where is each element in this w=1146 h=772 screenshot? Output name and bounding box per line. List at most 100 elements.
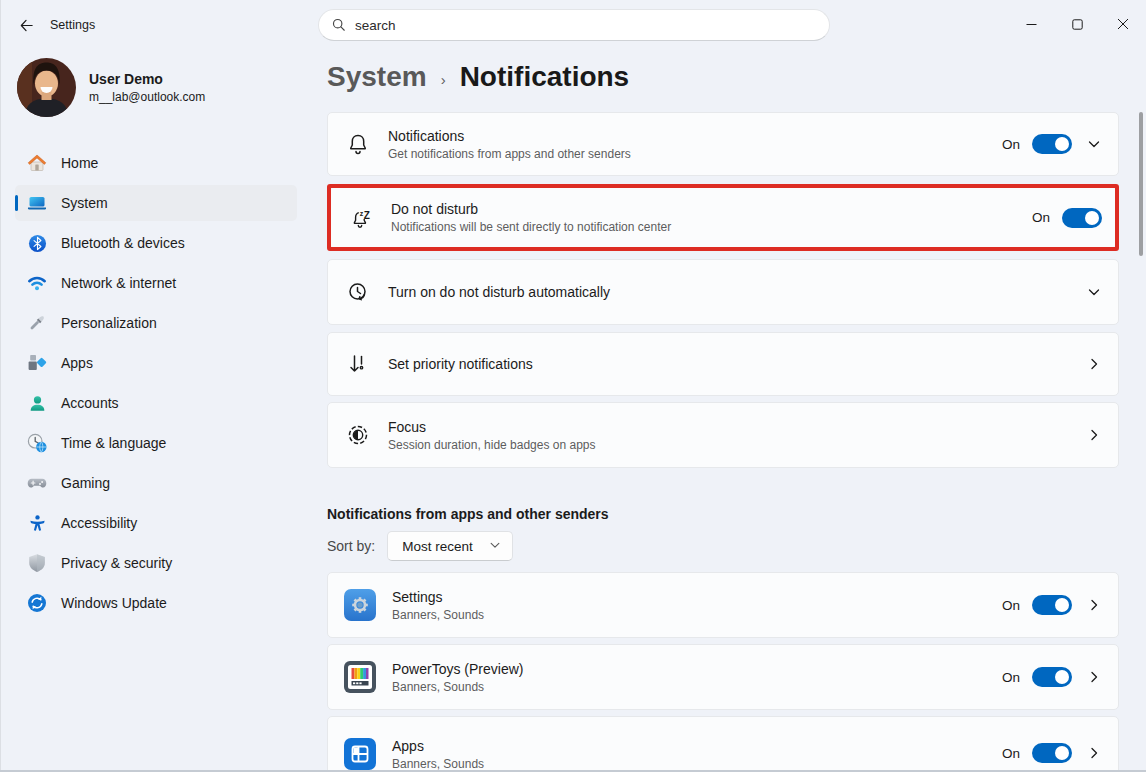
apps-section-title: Notifications from apps and other sender…: [327, 506, 1119, 522]
sidebar-item-time-language[interactable]: Time & language: [15, 425, 297, 461]
time-language-icon: [27, 433, 47, 453]
chevron-right-icon: [1087, 670, 1101, 684]
bluetooth-icon: [27, 233, 47, 253]
sidebar-item-label: Gaming: [61, 475, 110, 491]
sidebar-item-network-internet[interactable]: Network & internet: [15, 265, 297, 301]
app-toggle[interactable]: [1032, 743, 1072, 763]
sort-dropdown[interactable]: Most recent: [387, 531, 513, 561]
sidebar-item-accounts[interactable]: Accounts: [15, 385, 297, 421]
do-not-disturb-card[interactable]: zZ Do not disturb Notifications will be …: [331, 188, 1115, 247]
apps-app-icon: [344, 738, 376, 770]
sidebar: User Demo m__lab@outlook.com Home System B…: [0, 50, 300, 772]
maximize-button[interactable]: [1054, 0, 1100, 48]
app-subtitle: Banners, Sounds: [392, 680, 1002, 694]
toggle-state-label: On: [1002, 598, 1020, 613]
app-toggle[interactable]: [1032, 667, 1072, 687]
page-title: Notifications: [460, 61, 630, 93]
user-profile[interactable]: User Demo m__lab@outlook.com: [17, 58, 205, 117]
sidebar-item-home[interactable]: Home: [15, 145, 297, 181]
sidebar-item-personalization[interactable]: Personalization: [15, 305, 297, 341]
toggle-state-label: On: [1002, 670, 1020, 685]
priority-notifications-card[interactable]: Set priority notifications: [327, 332, 1119, 396]
sidebar-item-bluetooth-devices[interactable]: Bluetooth & devices: [15, 225, 297, 261]
sidebar-item-label: Bluetooth & devices: [61, 235, 185, 251]
chevron-right-icon: [1087, 428, 1101, 442]
search-input[interactable]: [355, 18, 755, 33]
card-title: Set priority notifications: [388, 356, 1072, 372]
settings-app-icon: [344, 589, 376, 621]
windows-update-icon: [27, 593, 47, 613]
back-button[interactable]: [13, 12, 39, 38]
app-name: Settings: [392, 589, 1002, 605]
sidebar-item-label: Apps: [61, 355, 93, 371]
sort-dropdown-value: Most recent: [402, 539, 473, 554]
sidebar-item-label: Home: [61, 155, 98, 171]
priority-icon: [346, 352, 370, 376]
svg-text:Z: Z: [364, 209, 370, 220]
focus-icon: [346, 423, 370, 447]
sidebar-item-label: Time & language: [61, 435, 166, 451]
chevron-down-icon[interactable]: [1087, 137, 1101, 151]
do-not-disturb-toggle[interactable]: [1062, 208, 1102, 228]
app-name: PowerToys (Preview): [392, 661, 1002, 677]
notifications-toggle[interactable]: [1032, 134, 1072, 154]
close-button[interactable]: [1100, 0, 1146, 48]
sidebar-item-privacy-security[interactable]: Privacy & security: [15, 545, 297, 581]
sidebar-item-label: Accessibility: [61, 515, 137, 531]
titlebar: Settings: [0, 0, 1146, 50]
search-icon: [332, 18, 346, 32]
minimize-button[interactable]: [1008, 0, 1054, 48]
toggle-state-label: On: [1002, 137, 1020, 152]
scrollbar[interactable]: [1139, 112, 1143, 256]
apps-icon: [27, 353, 47, 373]
card-subtitle: Get notifications from apps and other se…: [388, 147, 1002, 161]
dnd-automatic-card[interactable]: Turn on do not disturb automatically: [327, 259, 1119, 325]
main-content: System › Notifications Notifications Get…: [300, 50, 1146, 772]
profile-name: User Demo: [89, 71, 205, 87]
gaming-icon: [27, 473, 47, 493]
app-toggle[interactable]: [1032, 595, 1072, 615]
app-title: Settings: [50, 18, 95, 32]
focus-card[interactable]: Focus Session duration, hide badges on a…: [327, 402, 1119, 468]
sidebar-item-label: Personalization: [61, 315, 157, 331]
bell-snooze-icon: zZ: [349, 206, 373, 230]
chevron-down-icon[interactable]: [1087, 285, 1101, 299]
back-arrow-icon: [19, 18, 34, 33]
app-name: Apps: [392, 738, 1002, 754]
sidebar-item-system[interactable]: System: [15, 185, 297, 221]
highlight-box: zZ Do not disturb Notifications will be …: [327, 184, 1119, 251]
app-row-settings[interactable]: Settings Banners, Sounds On: [327, 572, 1119, 638]
network-icon: [27, 273, 47, 293]
sidebar-nav: Home System Bluetooth & devices Network & i…: [0, 145, 300, 625]
notifications-card[interactable]: Notifications Get notifications from app…: [327, 112, 1119, 176]
chevron-right-icon: [1087, 357, 1101, 371]
sidebar-item-label: System: [61, 195, 108, 211]
sidebar-item-label: Privacy & security: [61, 555, 172, 571]
toggle-state-label: On: [1002, 746, 1020, 761]
toggle-state-label: On: [1032, 210, 1050, 225]
breadcrumb-chevron-icon: ›: [441, 71, 446, 88]
app-subtitle: Banners, Sounds: [392, 608, 1002, 622]
privacy-icon: [27, 553, 47, 573]
personalization-icon: [27, 313, 47, 333]
sidebar-item-windows-update[interactable]: Windows Update: [15, 585, 297, 621]
app-row-apps[interactable]: AppsBanners, Sounds On: [327, 716, 1119, 772]
home-icon: [27, 153, 47, 173]
sort-by-label: Sort by:: [327, 538, 375, 554]
chevron-down-icon: [489, 537, 501, 555]
sidebar-item-accessibility[interactable]: Accessibility: [15, 505, 297, 541]
breadcrumb: System › Notifications: [327, 61, 629, 93]
bell-icon: [346, 132, 370, 156]
sidebar-item-label: Windows Update: [61, 595, 167, 611]
app-row-powertoys-preview[interactable]: PowerToys (Preview) Banners, Sounds On: [327, 644, 1119, 710]
card-subtitle: Session duration, hide badges on apps: [388, 438, 1072, 452]
accessibility-icon: [27, 513, 47, 533]
sidebar-item-gaming[interactable]: Gaming: [15, 465, 297, 501]
breadcrumb-system[interactable]: System: [327, 61, 427, 93]
sidebar-item-apps[interactable]: Apps: [15, 345, 297, 381]
search-box[interactable]: [318, 9, 830, 41]
card-subtitle: Notifications will be sent directly to n…: [391, 220, 1032, 234]
system-icon: [27, 193, 47, 213]
avatar: [17, 58, 76, 117]
accounts-icon: [27, 393, 47, 413]
